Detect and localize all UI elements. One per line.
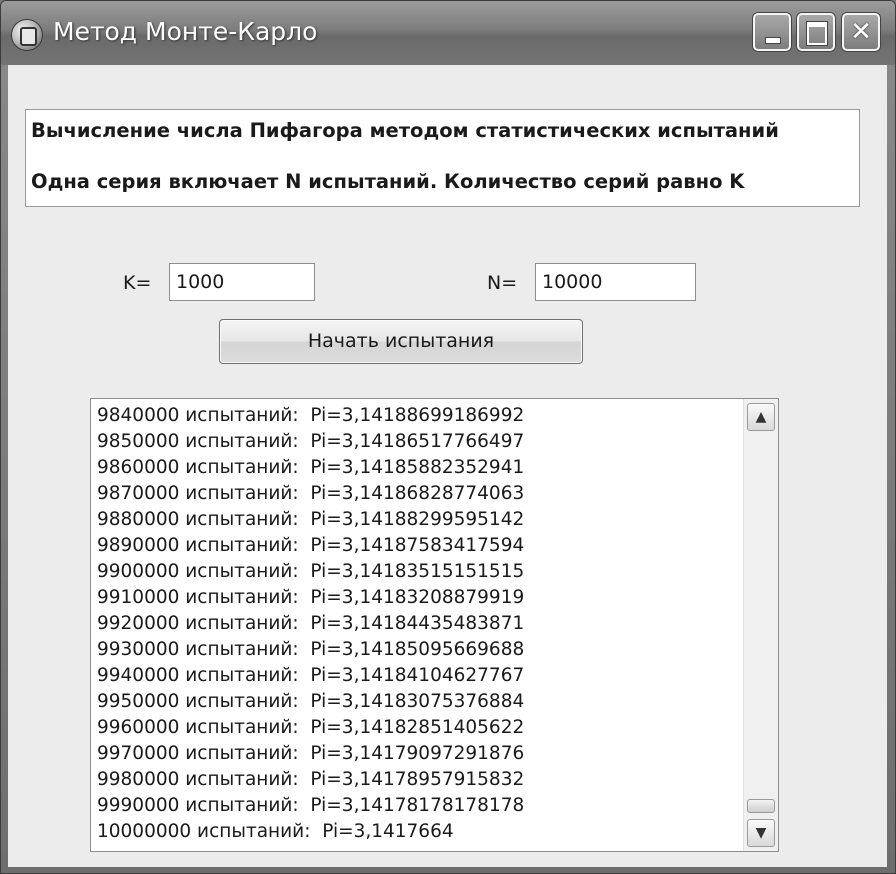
k-label: K= [123,272,152,294]
minimize-button[interactable] [753,13,791,51]
list-item[interactable]: 9890000 испытаний: Pi=3,14187583417594 [97,533,524,559]
list-item[interactable]: 9880000 испытаний: Pi=3,14188299595142 [97,507,524,533]
list-item[interactable]: 9870000 испытаний: Pi=3,14186828774063 [97,481,524,507]
list-item[interactable]: 9960000 испытаний: Pi=3,14182851405622 [97,715,524,741]
scrollbar-thumb[interactable] [747,799,775,813]
maximize-button[interactable] [797,13,835,51]
list-item[interactable]: 9980000 испытаний: Pi=3,14178957915832 [97,767,524,793]
list-item[interactable]: 10000000 испытаний: Pi=3,1417664 [97,819,524,845]
client-area: Вычисление числа Пифагора методом статис… [8,65,887,867]
close-button[interactable]: ✕ [842,13,880,51]
list-item[interactable]: 9860000 испытаний: Pi=3,14185882352941 [97,455,524,481]
info-line-series: Одна серия включает N испытаний. Количес… [31,170,745,193]
list-item[interactable]: 9910000 испытаний: Pi=3,14183208879919 [97,585,524,611]
chevron-down-icon: ▼ [755,825,767,841]
close-icon: ✕ [850,17,872,47]
info-panel: Вычисление числа Пифагора методом статис… [25,109,860,207]
results-listbox[interactable]: 9840000 испытаний: Pi=3,14188699186992 98… [90,398,779,852]
window-title: Метод Монте-Карло [53,17,318,46]
app-icon[interactable] [11,19,43,51]
results-list: 9840000 испытаний: Pi=3,14188699186992 98… [97,403,524,845]
title-bar[interactable]: Метод Монте-Карло ✕ [1,1,895,65]
n-input[interactable] [535,263,696,301]
list-item[interactable]: 9930000 испытаний: Pi=3,14185095669688 [97,637,524,663]
list-item[interactable]: 9940000 испытаний: Pi=3,14184104627767 [97,663,524,689]
list-item[interactable]: 9900000 испытаний: Pi=3,14183515151515 [97,559,524,585]
list-item[interactable]: 9950000 испытаний: Pi=3,14183075376884 [97,689,524,715]
info-line-description: Вычисление числа Пифагора методом статис… [31,119,779,142]
scroll-down-button[interactable]: ▼ [747,819,775,847]
vertical-scrollbar[interactable]: ▲ ▼ [743,399,778,851]
list-item[interactable]: 9990000 испытаний: Pi=3,14178178178178 [97,793,524,819]
scroll-up-button[interactable]: ▲ [747,403,775,431]
app-window: Метод Монте-Карло ✕ Вычисление числа Пиф… [0,0,896,874]
k-input[interactable] [169,263,315,301]
list-item[interactable]: 9840000 испытаний: Pi=3,14188699186992 [97,403,524,429]
scrollbar-track[interactable] [747,435,775,815]
list-item[interactable]: 9920000 испытаний: Pi=3,14184435483871 [97,611,524,637]
list-item[interactable]: 9970000 испытаний: Pi=3,14179097291876 [97,741,524,767]
n-label: N= [487,272,518,294]
start-trials-button[interactable]: Начать испытания [219,319,583,364]
list-item[interactable]: 9850000 испытаний: Pi=3,14186517766497 [97,429,524,455]
chevron-up-icon: ▲ [755,409,767,425]
